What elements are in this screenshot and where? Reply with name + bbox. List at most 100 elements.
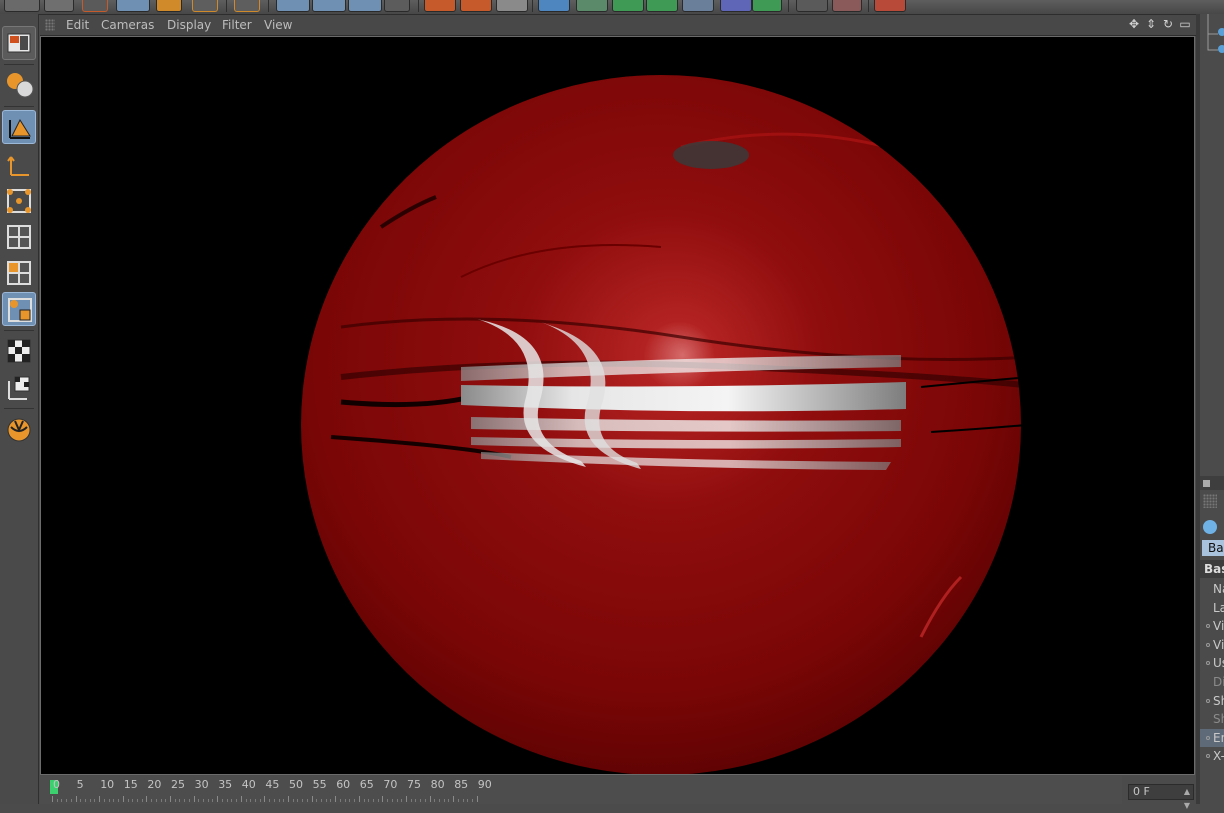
camera-icon[interactable]	[752, 0, 782, 12]
timeline-tick-label: 50	[289, 778, 303, 791]
attribute-row[interactable]: X-	[1200, 747, 1224, 765]
attribute-row[interactable]: Us	[1200, 654, 1224, 672]
y-axis-lock-icon[interactable]	[312, 0, 346, 12]
sculpt-button[interactable]	[2, 412, 36, 446]
spinner-arrows-icon[interactable]: ▲ ▼	[1184, 785, 1190, 813]
timeline-major-tick	[311, 796, 313, 802]
section-basic-header[interactable]: Bas	[1200, 560, 1224, 578]
perspective-viewport[interactable]	[40, 36, 1195, 775]
array-object-icon[interactable]	[646, 0, 678, 12]
coordinate-system-icon[interactable]	[384, 0, 410, 12]
scale-tool-icon[interactable]	[156, 0, 182, 12]
polygon-mode-button[interactable]	[2, 256, 36, 290]
attribute-label: Na	[1213, 582, 1224, 596]
live-selection-icon[interactable]	[82, 0, 108, 12]
timeline-minor-tick	[108, 799, 110, 802]
z-axis-lock-icon[interactable]	[348, 0, 382, 12]
left-toolbar	[0, 14, 39, 804]
uv-mode-button[interactable]	[2, 292, 36, 326]
attribute-row[interactable]: En	[1200, 728, 1224, 747]
timeline-minor-tick	[457, 799, 459, 802]
animate-toggle-icon[interactable]	[1206, 642, 1210, 647]
sculpt-icon	[7, 418, 31, 442]
point-mode-button[interactable]	[2, 184, 36, 218]
move-view-icon[interactable]: ✥	[1127, 17, 1141, 31]
tab-basic[interactable]: Ba	[1202, 540, 1224, 556]
timeline-tick-label: 75	[407, 778, 421, 791]
deformer-icon[interactable]	[682, 0, 714, 12]
render-picture-viewer-icon[interactable]	[460, 0, 492, 12]
rotate-view-icon[interactable]: ↻	[1161, 17, 1175, 31]
timeline-minor-tick	[325, 799, 327, 802]
timeline-major-tick	[382, 796, 384, 802]
edge-mode-button[interactable]	[2, 220, 36, 254]
maximize-view-icon[interactable]: ▭	[1178, 17, 1192, 31]
menu-edit[interactable]: Edit	[66, 18, 89, 32]
menu-filter[interactable]: Filter	[222, 18, 252, 32]
timeline-minor-tick	[226, 799, 228, 802]
timeline-minor-tick	[439, 799, 441, 802]
rotate-tool-icon[interactable]	[192, 0, 218, 12]
timeline-minor-tick	[297, 799, 299, 802]
texture-mode-button[interactable]	[2, 334, 36, 368]
menu-view[interactable]: View	[264, 18, 292, 32]
model-mode-button[interactable]	[2, 110, 36, 144]
cube-object-icon[interactable]	[538, 0, 570, 12]
menu-display[interactable]: Display	[167, 18, 211, 32]
timeline-minor-tick	[160, 799, 162, 802]
attribute-label: Sh	[1213, 693, 1224, 708]
x-axis-lock-icon[interactable]	[276, 0, 310, 12]
redo-icon[interactable]	[44, 0, 74, 12]
point-mode-icon	[7, 189, 31, 213]
attribute-label: Vi	[1213, 637, 1224, 652]
timeline-major-tick	[122, 796, 124, 802]
selection-filter-icon[interactable]	[796, 0, 828, 12]
make-editable-button[interactable]	[2, 68, 36, 102]
timeline-major-tick	[429, 796, 431, 802]
modeling-objects-icon[interactable]	[612, 0, 644, 12]
render-view-icon[interactable]	[424, 0, 456, 12]
attribute-row[interactable]: Na	[1200, 580, 1224, 598]
attribute-row[interactable]: La	[1200, 599, 1224, 617]
grip-icon	[1203, 494, 1217, 508]
attribute-row[interactable]: Sh	[1200, 710, 1224, 728]
timeline-tick-label: 80	[430, 778, 445, 791]
animate-toggle-icon[interactable]	[1206, 624, 1210, 629]
timeline-minor-tick	[292, 799, 294, 802]
workplane-button[interactable]	[2, 370, 36, 404]
timeline-minor-tick	[141, 799, 143, 802]
timeline-minor-tick	[132, 799, 134, 802]
animate-toggle-icon[interactable]	[1206, 661, 1210, 666]
model-mode-icon	[9, 118, 31, 139]
checker-icon	[7, 339, 31, 363]
animate-toggle-icon[interactable]	[1206, 735, 1210, 740]
grid-snap-icon[interactable]	[832, 0, 862, 12]
object-tree-icons	[1207, 14, 1224, 53]
undo-icon[interactable]	[4, 0, 40, 12]
dolly-view-icon[interactable]: ⇕	[1144, 17, 1158, 31]
timeline-major-tick	[358, 796, 360, 802]
menu-cameras[interactable]: Cameras	[101, 18, 154, 32]
attribute-label: Us	[1213, 656, 1224, 671]
environment-icon[interactable]	[720, 0, 752, 12]
current-frame-field[interactable]: 0 F ▲ ▼	[1128, 784, 1194, 810]
render-settings-icon[interactable]	[496, 0, 528, 12]
main-toolbar	[0, 0, 1224, 15]
animate-toggle-icon[interactable]	[1206, 754, 1210, 759]
attribute-row[interactable]: Vi	[1200, 617, 1224, 635]
attribute-row[interactable]: Vi	[1200, 636, 1224, 654]
timeline-ruler[interactable]: 0 5 10 15 20 25 30 35 40 45 50 55 60 65 70 75 80 85 90	[40, 776, 1122, 804]
attribute-row[interactable]: Di	[1200, 673, 1224, 691]
nurbs-icon[interactable]	[576, 0, 608, 12]
animate-toggle-icon[interactable]	[1206, 698, 1210, 703]
timeline-minor-tick	[377, 799, 379, 802]
object-axis-button[interactable]	[2, 148, 36, 182]
timeline-major-tick	[193, 796, 195, 802]
attribute-manager-panel: Ba Bas Na La Vi Vi Us Di Sh Sh En X-	[1200, 14, 1224, 804]
attribute-label: La	[1213, 600, 1224, 615]
python-script-icon[interactable]	[874, 0, 906, 12]
move-tool-icon[interactable]	[116, 0, 150, 12]
layout-button[interactable]	[2, 26, 36, 60]
recent-tools-icon[interactable]	[234, 0, 260, 12]
attribute-row[interactable]: Sh	[1200, 692, 1224, 710]
